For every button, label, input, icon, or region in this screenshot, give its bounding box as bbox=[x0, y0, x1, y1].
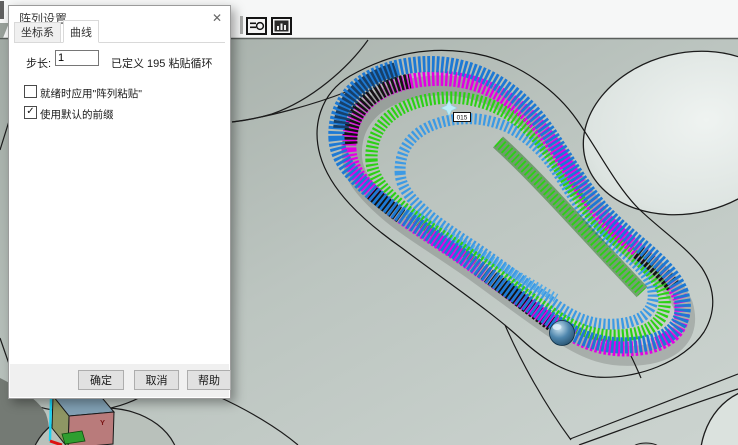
position-tag-label: 015 bbox=[457, 115, 468, 122]
z-axis-edge bbox=[50, 397, 51, 441]
view-cube[interactable]: Y bbox=[50, 393, 114, 445]
dialog-tab-strip: 坐标系 曲线 bbox=[14, 27, 225, 43]
histogram-icon[interactable] bbox=[271, 17, 292, 35]
ok-button[interactable]: 确定 bbox=[78, 370, 124, 390]
array-settings-dialog: 阵列设置 ✕ 坐标系 曲线 步长: 已定义 195 粘贴循环 就绪时应用"阵列粘… bbox=[8, 5, 231, 399]
app-window: 015 Y 阵列设置 ✕ bbox=[0, 0, 738, 445]
use-default-prefix-checkbox[interactable]: ✓ bbox=[24, 106, 37, 119]
apply-array-paste-label: 就绪时应用"阵列粘贴" bbox=[40, 86, 142, 101]
dialog-footer: 确定 取消 帮助 bbox=[10, 364, 229, 397]
cancel-button[interactable]: 取消 bbox=[134, 370, 179, 390]
toolbar-separator bbox=[240, 16, 243, 34]
step-label: 步长: bbox=[26, 55, 51, 71]
anchor-sphere-handle[interactable] bbox=[550, 321, 575, 346]
apply-array-paste-checkbox[interactable] bbox=[24, 85, 37, 98]
tab-coordinate-system[interactable]: 坐标系 bbox=[14, 22, 61, 42]
position-tag: 015 bbox=[454, 113, 471, 122]
dialog-body: 步长: 已定义 195 粘贴循环 就绪时应用"阵列粘贴" ✓ 使用默认的前缀 bbox=[10, 44, 229, 364]
step-input[interactable] bbox=[55, 50, 99, 66]
help-button[interactable]: 帮助 bbox=[187, 370, 231, 390]
defined-loops-text: 已定义 195 粘贴循环 bbox=[111, 55, 212, 71]
y-axis-label: Y bbox=[100, 418, 105, 427]
use-default-prefix-label: 使用默认的前缀 bbox=[40, 107, 114, 122]
close-icon[interactable]: ✕ bbox=[212, 12, 222, 24]
display-filter-icon[interactable] bbox=[246, 17, 267, 35]
tab-curve[interactable]: 曲线 bbox=[63, 20, 99, 43]
